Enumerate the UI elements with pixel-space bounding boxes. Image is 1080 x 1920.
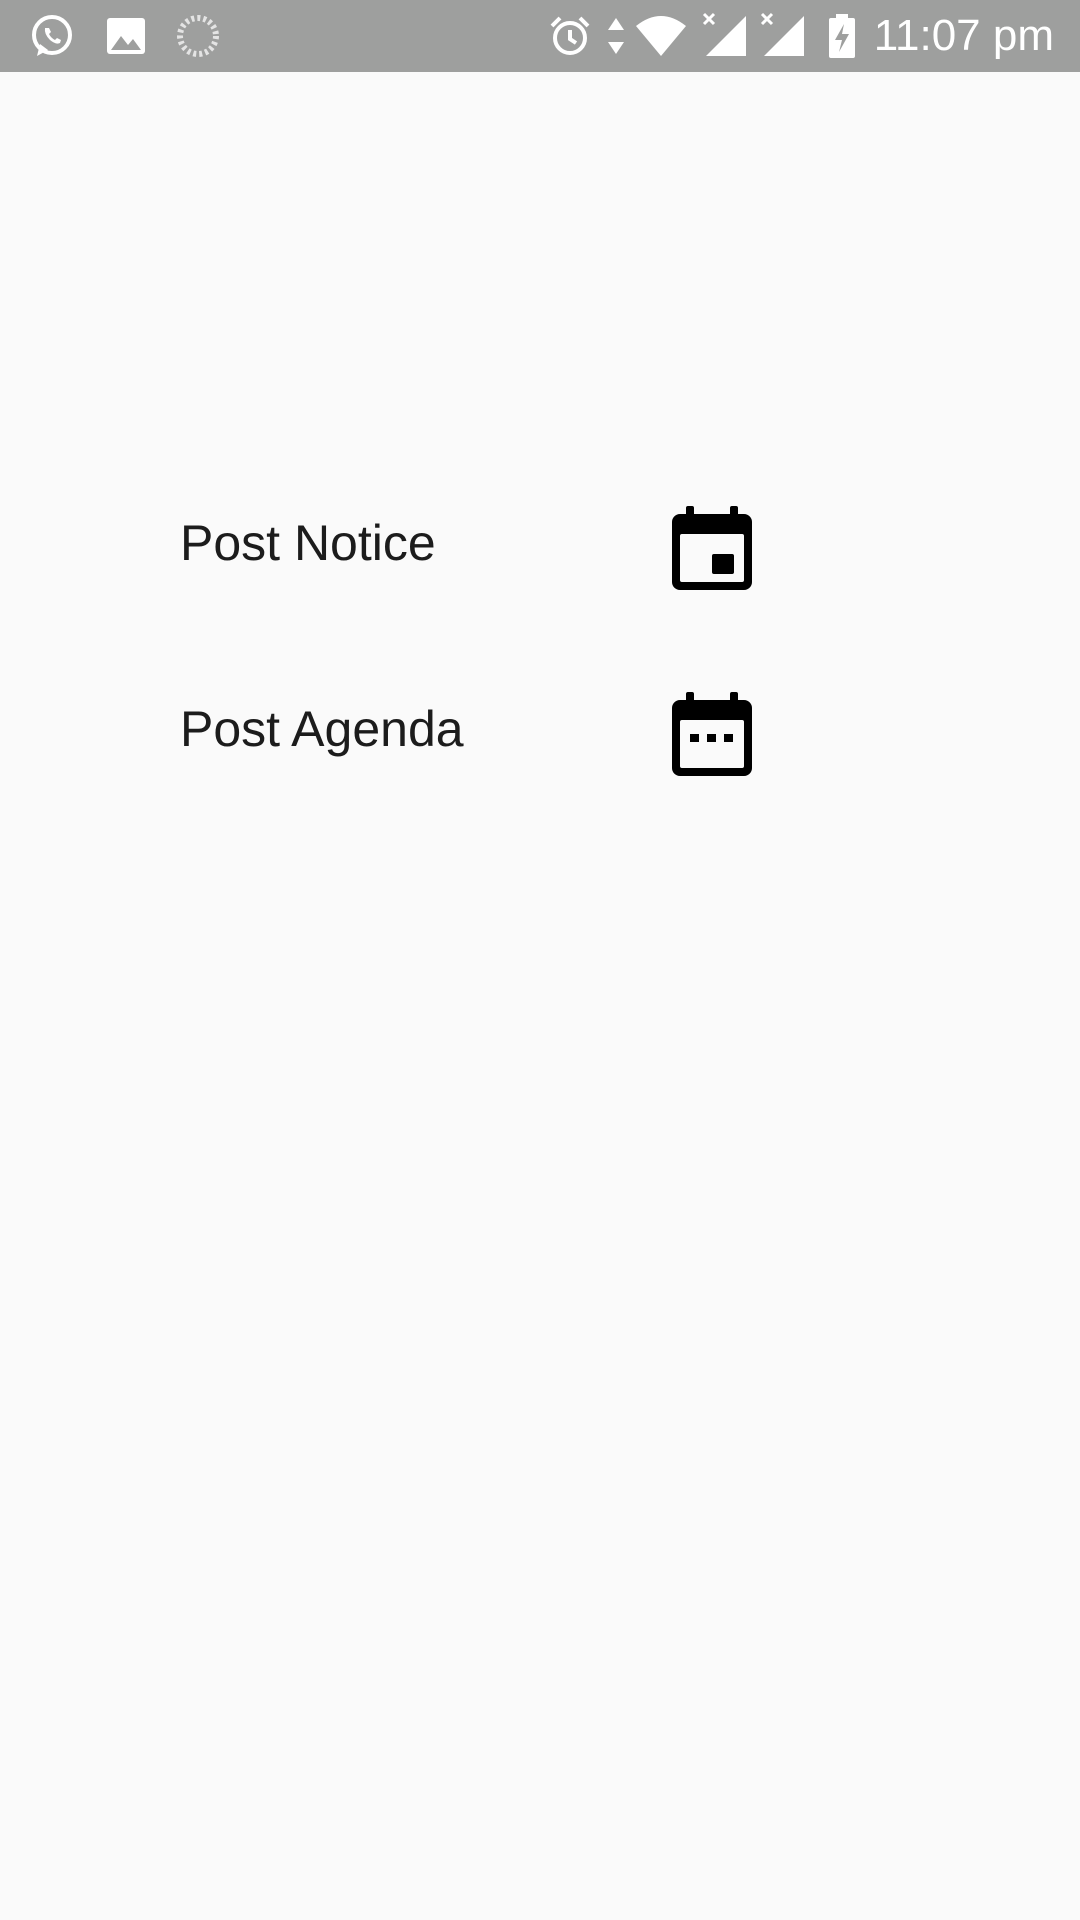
post-agenda-item[interactable]: Post Agenda	[180, 680, 780, 790]
status-bar: 11:07 pm	[0, 0, 1080, 72]
main-content: Post Notice Post Agenda	[0, 72, 1080, 1920]
signal-sim1-icon	[702, 12, 750, 60]
post-notice-item[interactable]: Post Notice	[180, 494, 780, 604]
post-notice-label[interactable]: Post Notice	[180, 514, 436, 572]
battery-charging-icon	[826, 12, 858, 60]
whatsapp-icon	[28, 12, 76, 60]
gallery-icon	[102, 12, 150, 60]
wifi-icon	[634, 12, 688, 60]
calendar-dots-icon[interactable]	[668, 690, 756, 778]
alarm-icon	[546, 12, 594, 60]
loading-spinner-icon	[174, 12, 222, 60]
data-transfer-icon	[602, 12, 630, 60]
status-time: 11:07 pm	[873, 11, 1054, 60]
calendar-event-icon[interactable]	[668, 504, 756, 592]
post-agenda-label[interactable]: Post Agenda	[180, 700, 464, 758]
signal-sim2-icon	[760, 12, 808, 60]
